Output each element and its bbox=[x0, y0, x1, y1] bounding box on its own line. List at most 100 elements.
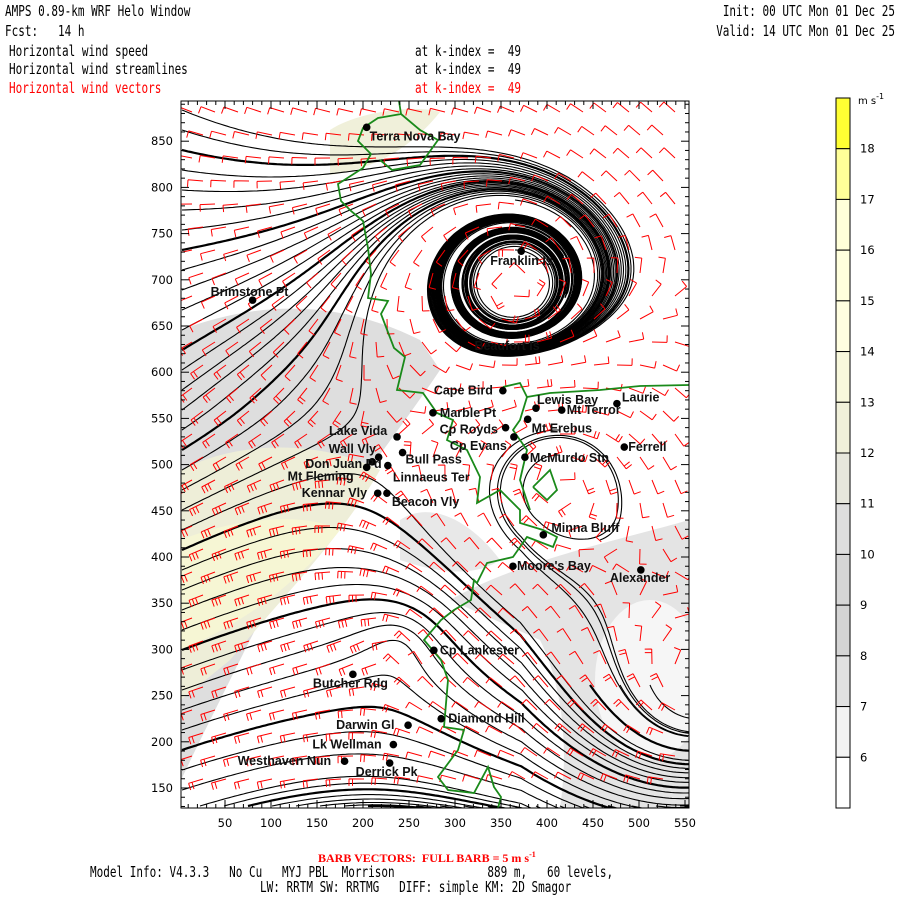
station-label: Terra Nova Bay bbox=[370, 129, 461, 143]
colorbar-label: 16 bbox=[860, 243, 875, 257]
wind-barb bbox=[674, 433, 689, 447]
station-marker: Diamond Hill bbox=[437, 712, 525, 726]
wind-barb bbox=[314, 571, 331, 581]
wind-barb bbox=[233, 180, 250, 188]
wind-barb bbox=[475, 203, 492, 213]
wind-barb bbox=[187, 179, 204, 187]
wind-barb bbox=[451, 107, 469, 115]
wind-barb bbox=[462, 131, 480, 140]
station-dot bbox=[429, 409, 437, 417]
y-tick-label: 700 bbox=[151, 273, 173, 287]
wind-barb bbox=[421, 418, 434, 435]
y-tick-label: 200 bbox=[151, 735, 173, 749]
wind-barb bbox=[348, 778, 365, 786]
wind-barb bbox=[600, 125, 618, 136]
wind-barb bbox=[509, 463, 518, 481]
wind-barb bbox=[520, 104, 538, 113]
wind-barb bbox=[658, 147, 676, 159]
wind-barb bbox=[674, 280, 687, 297]
wind-barb bbox=[582, 279, 590, 297]
wind-barb bbox=[181, 155, 193, 159]
wind-barb bbox=[634, 256, 643, 274]
station-label: Mt Terror bbox=[567, 403, 621, 417]
wind-barb bbox=[641, 234, 653, 251]
wind-barb bbox=[509, 675, 526, 688]
station-marker: Mt Terror bbox=[557, 403, 621, 417]
y-tick-label: 500 bbox=[151, 458, 173, 472]
y-tick-label: 300 bbox=[151, 642, 173, 656]
plot-area: Terra Nova Bay Franklin Is Brimstone Pt Bea… bbox=[181, 101, 689, 808]
wind-barb bbox=[651, 335, 668, 343]
wind-barb bbox=[280, 640, 296, 653]
wind-barb bbox=[497, 749, 515, 757]
wind-barb bbox=[662, 502, 675, 518]
colorbar-label: 11 bbox=[860, 497, 875, 511]
wind-barb bbox=[221, 106, 239, 114]
wind-barb bbox=[577, 171, 595, 182]
wind-barb bbox=[315, 663, 331, 676]
coastline-segment bbox=[532, 468, 559, 502]
wind-barb bbox=[256, 732, 273, 744]
wind-barb bbox=[280, 686, 296, 698]
station-label: Kennar Vly bbox=[302, 486, 367, 500]
wind-barb bbox=[646, 124, 664, 136]
colorbar-label: 8 bbox=[860, 649, 867, 663]
station-label: Moore's Bay bbox=[517, 559, 591, 573]
wind-barb bbox=[508, 129, 526, 137]
wind-barb bbox=[616, 358, 633, 366]
station-label: Diamond Hill bbox=[448, 712, 524, 726]
wind-barb bbox=[405, 608, 423, 619]
wind-barb bbox=[421, 226, 434, 243]
wind-barb bbox=[198, 106, 216, 114]
station-label: Laurie bbox=[622, 391, 660, 405]
wind-barb bbox=[477, 512, 492, 527]
colorbar-label: 18 bbox=[860, 142, 875, 156]
wind-barb bbox=[462, 677, 480, 688]
wind-barb bbox=[554, 544, 572, 552]
wind-barb bbox=[628, 479, 641, 495]
station-label: Lake Vida bbox=[329, 424, 388, 438]
wind-barb bbox=[554, 126, 572, 136]
colorbar-label: 6 bbox=[860, 750, 867, 764]
x-tick-label: 500 bbox=[628, 816, 650, 830]
station-dot bbox=[499, 386, 507, 395]
wind-barb bbox=[336, 108, 354, 116]
wind-barb bbox=[269, 663, 285, 676]
colorbar-label: 7 bbox=[860, 700, 867, 714]
wind-barb bbox=[245, 203, 262, 213]
wind-barb bbox=[485, 130, 503, 138]
wind-barb bbox=[628, 332, 645, 343]
wind-barb bbox=[664, 235, 676, 251]
wind-barb bbox=[382, 613, 400, 622]
station-marker: Cape Bird bbox=[434, 384, 507, 398]
station-marker: Ferrell bbox=[620, 440, 666, 454]
wind-barb bbox=[257, 686, 273, 699]
wind-barb bbox=[613, 192, 630, 205]
station-label: Wall Vly bbox=[329, 442, 377, 456]
colorbar-label: 9 bbox=[860, 598, 867, 612]
wind-barb bbox=[559, 472, 576, 481]
wind-barb bbox=[639, 502, 650, 519]
wind-barb bbox=[337, 709, 354, 719]
colorbar-bin bbox=[835, 198, 851, 251]
y-tick-label: 400 bbox=[151, 550, 173, 564]
wind-barb bbox=[393, 727, 411, 737]
colorbar-bin bbox=[835, 553, 851, 606]
wind-barb bbox=[290, 107, 308, 115]
y-tick-label: 350 bbox=[151, 596, 173, 610]
wind-barb bbox=[404, 272, 412, 290]
wind-barb bbox=[626, 213, 641, 228]
wind-barb bbox=[246, 709, 262, 721]
y-tick-label: 750 bbox=[151, 227, 173, 241]
x-tick-label: 350 bbox=[490, 816, 512, 830]
wind-barb bbox=[428, 750, 446, 758]
station-marker: Cp Lankester bbox=[430, 643, 519, 657]
wind-barb bbox=[409, 318, 421, 334]
wind-barb bbox=[359, 519, 377, 530]
colorbar-bin bbox=[835, 706, 851, 758]
station-label: Beacon Vly bbox=[392, 495, 459, 509]
wind-barb bbox=[302, 594, 319, 605]
wind-barb bbox=[301, 132, 319, 140]
wind-barb bbox=[543, 103, 561, 113]
station-label: Mt Fleming bbox=[288, 469, 354, 483]
